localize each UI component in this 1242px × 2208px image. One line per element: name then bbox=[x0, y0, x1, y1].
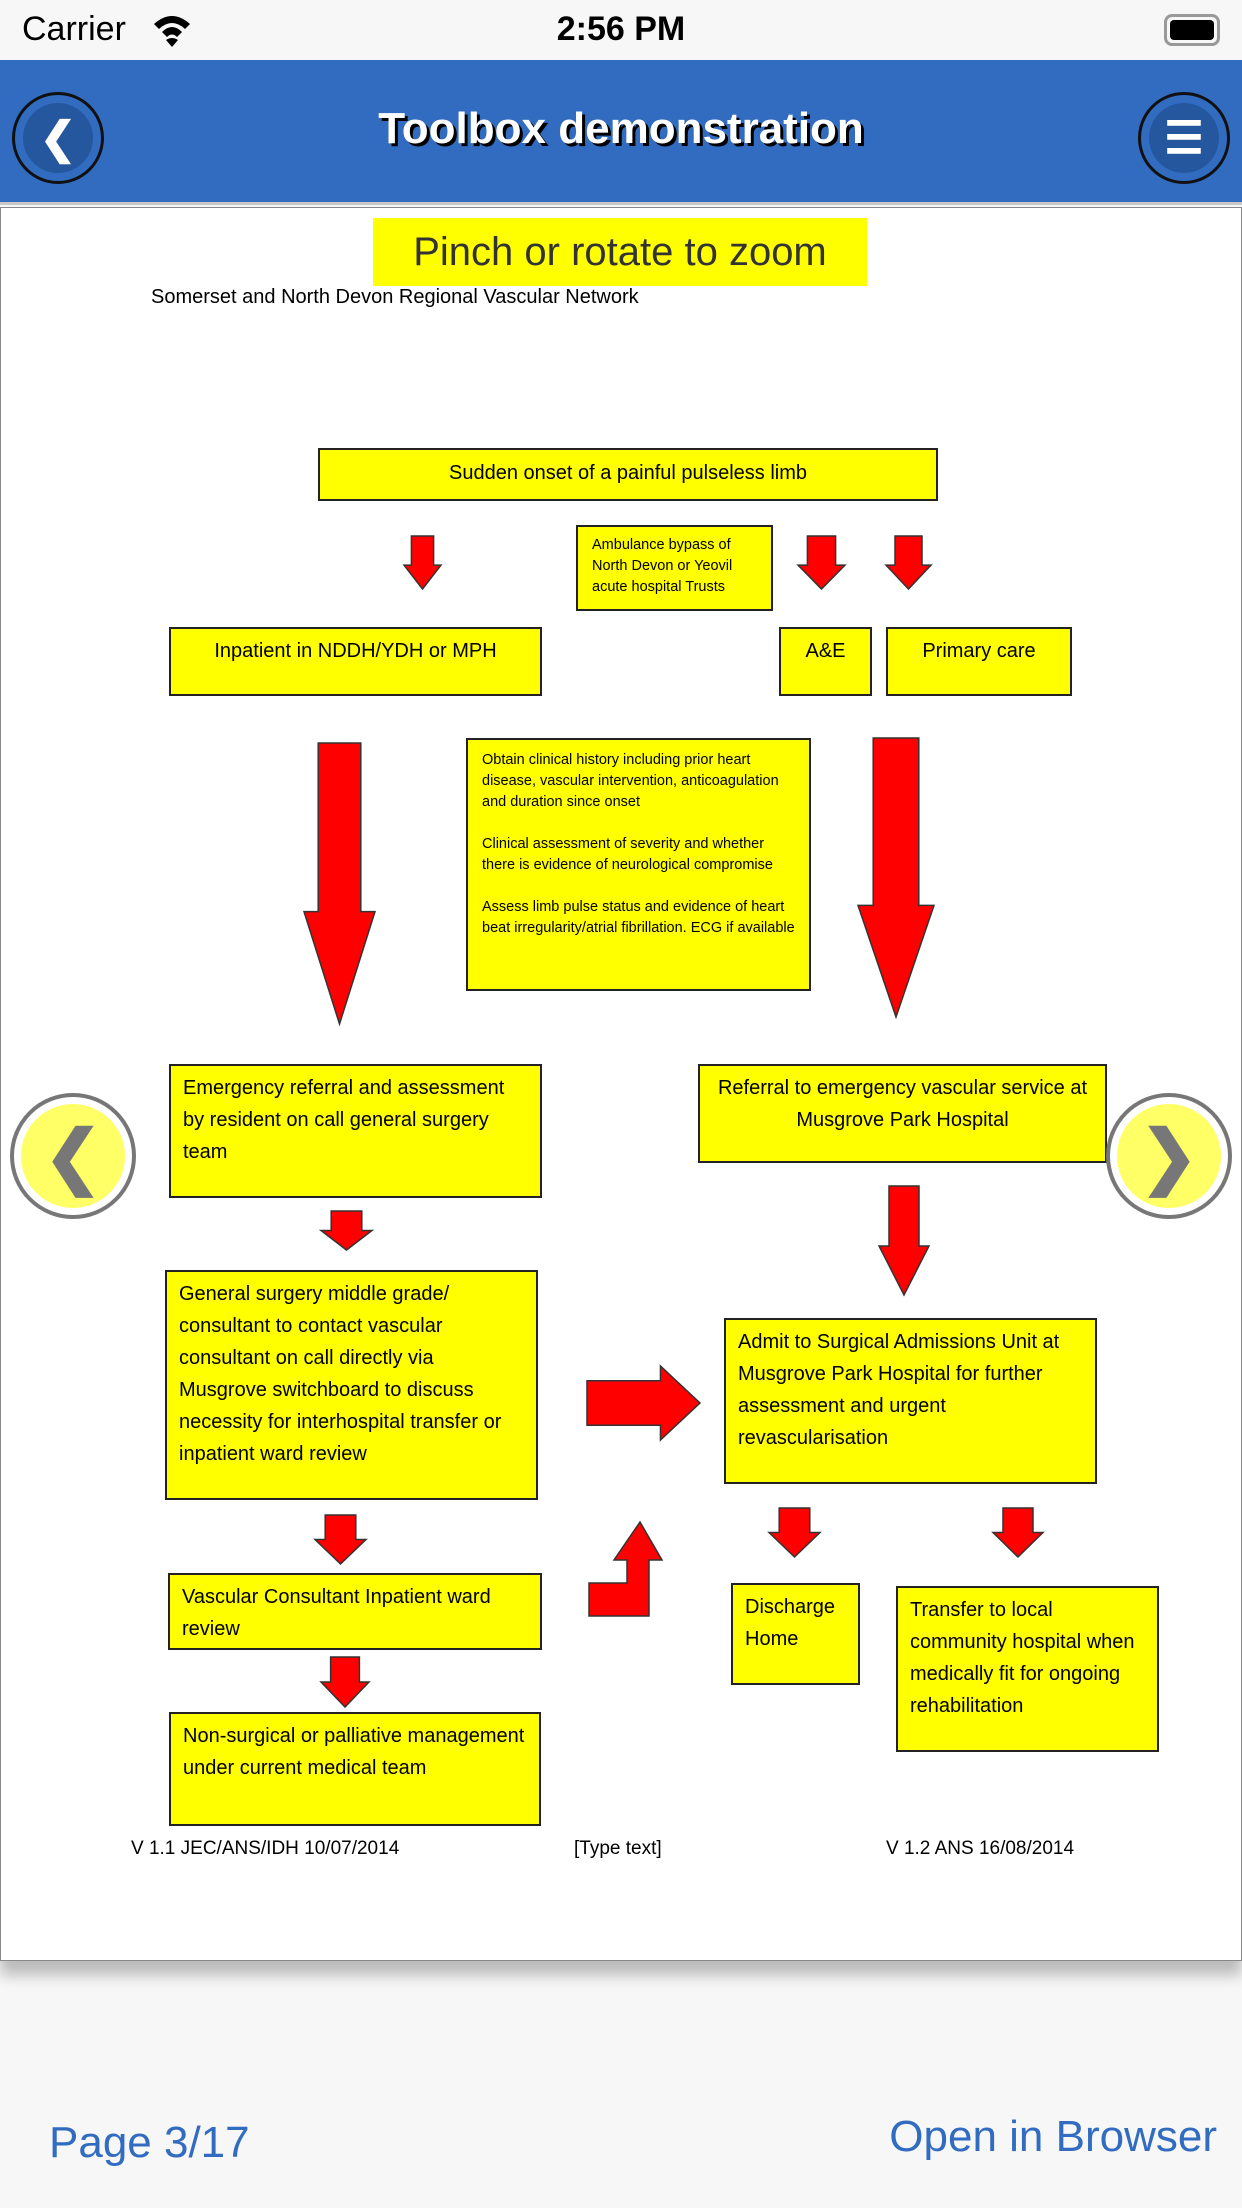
clinical-item: Clinical assessment of severity and whet… bbox=[482, 836, 773, 873]
box-ambulance: Ambulance bypass of North Devon or Yeovi… bbox=[576, 525, 773, 611]
arrow bbox=[877, 1185, 931, 1297]
box-discharge: Discharge Home bbox=[731, 1583, 860, 1685]
box-vascular-review: Vascular Consultant Inpatient ward revie… bbox=[168, 1573, 542, 1650]
box-nonsurgical: Non-surgical or palliative management un… bbox=[169, 1712, 541, 1826]
arrow bbox=[856, 737, 936, 1020]
arrow bbox=[318, 1210, 375, 1251]
arrow bbox=[586, 1364, 702, 1442]
arrow bbox=[796, 535, 847, 591]
footer-version-left: V 1.1 JEC/ANS/IDH 10/07/2014 bbox=[131, 1838, 400, 1859]
arrow bbox=[302, 742, 377, 1027]
box-transfer: Transfer to local community hospital whe… bbox=[896, 1586, 1159, 1752]
box-ae: A&E bbox=[779, 627, 872, 696]
box-vascular-referral: Referral to emergency vascular service a… bbox=[698, 1064, 1107, 1163]
box-primary-care: Primary care bbox=[886, 627, 1072, 696]
footer-center: [Type text] bbox=[574, 1838, 662, 1859]
box-onset: Sudden onset of a painful pulseless limb bbox=[318, 448, 938, 501]
box-admit: Admit to Surgical Admissions Unit at Mus… bbox=[724, 1318, 1097, 1484]
arrow bbox=[313, 1514, 368, 1566]
arrow bbox=[767, 1507, 822, 1559]
next-page-button[interactable]: ❯ bbox=[1106, 1093, 1232, 1219]
page-indicator: Page 3/17 bbox=[49, 2118, 250, 2167]
chevron-right-icon: ❯ bbox=[1117, 1104, 1221, 1208]
arrow bbox=[588, 1520, 664, 1617]
clinical-item: Assess limb pulse status and evidence of… bbox=[482, 899, 795, 936]
open-in-browser-link[interactable]: Open in Browser bbox=[889, 2112, 1217, 2162]
arrow bbox=[319, 1656, 371, 1709]
arrow bbox=[991, 1507, 1045, 1559]
clinical-item: Obtain clinical history including prior … bbox=[482, 752, 779, 810]
box-general-surgery: General surgery middle grade/ consultant… bbox=[165, 1270, 538, 1500]
footer-version-right: V 1.2 ANS 16/08/2014 bbox=[886, 1838, 1075, 1859]
chevron-left-icon: ❮ bbox=[21, 1104, 125, 1208]
box-clinical-assessment: Obtain clinical history including prior … bbox=[466, 738, 811, 991]
arrow bbox=[884, 535, 933, 591]
arrow bbox=[402, 535, 443, 591]
box-inpatient: Inpatient in NDDH/YDH or MPH bbox=[169, 627, 542, 696]
box-emergency-referral: Emergency referral and assessment by res… bbox=[169, 1064, 542, 1198]
previous-page-button[interactable]: ❮ bbox=[10, 1093, 136, 1219]
